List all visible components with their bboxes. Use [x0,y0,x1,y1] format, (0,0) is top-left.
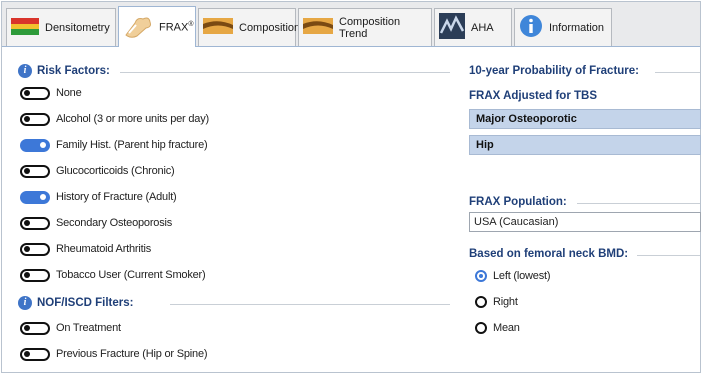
info-icon: i [18,296,32,310]
hip-row: Hip [469,135,701,155]
info-icon [519,14,543,41]
radio-button[interactable] [475,322,487,334]
tab-label: AHA [471,21,494,34]
nof-iscd-filters-heading: i NOF/ISCD Filters: [18,296,133,310]
toggle-switch[interactable] [20,242,50,256]
toggle-on-treatment[interactable]: On Treatment [20,320,121,336]
toggle-switch[interactable] [20,190,50,204]
risk-factors-heading: i Risk Factors: [18,64,110,78]
frax-tbs-subheading: FRAX Adjusted for TBS [469,90,597,102]
frax-bone-icon [123,13,153,42]
toggle-switch[interactable] [20,216,50,230]
toggle-glucocorticoids[interactable]: Glucocorticoids (Chronic) [20,163,175,179]
section-divider [170,304,450,305]
tab-label: Information [549,21,605,34]
tab-aha[interactable]: AHA [434,8,512,46]
frax-population-heading: FRAX Population: [469,196,567,208]
toggle-switch[interactable] [20,138,50,152]
toggle-family-history[interactable]: Family Hist. (Parent hip fracture) [20,137,208,153]
frax-population-select[interactable]: USA (Caucasian) [469,212,701,232]
toggle-switch[interactable] [20,347,50,361]
tab-information[interactable]: Information [514,8,612,46]
info-icon: i [18,64,32,78]
radio-button[interactable] [475,296,487,308]
tab-label: Composition [239,21,301,34]
section-divider [655,72,700,73]
radio-button[interactable] [475,270,487,282]
radio-right[interactable]: Right [475,294,518,310]
composition-icon [203,16,233,39]
toggle-switch[interactable] [20,321,50,335]
frax-panel [1,1,701,373]
femoral-neck-heading: Based on femoral neck BMD: [469,248,629,260]
section-divider [120,72,450,73]
toggle-switch[interactable] [20,268,50,282]
toggle-history-of-fracture[interactable]: History of Fracture (Adult) [20,189,177,205]
toggle-switch[interactable] [20,86,50,100]
densitometry-flag-icon [11,16,39,39]
toggle-secondary-osteoporosis[interactable]: Secondary Osteoporosis [20,215,172,231]
radio-left[interactable]: Left (lowest) [475,268,551,284]
tab-composition[interactable]: Composition [198,8,300,46]
section-divider [637,255,700,256]
tab-composition-trend[interactable]: Composition Trend [298,8,432,46]
tab-densitometry[interactable]: Densitometry [6,8,116,46]
tab-label: FRAX® [159,20,194,34]
tab-label: Densitometry [45,21,110,34]
toggle-none[interactable]: None [20,85,82,101]
section-divider [577,203,700,204]
toggle-tobacco-user[interactable]: Tobacco User (Current Smoker) [20,267,206,283]
toggle-previous-fracture[interactable]: Previous Fracture (Hip or Spine) [20,346,208,362]
probability-heading: 10-year Probability of Fracture: [469,65,639,77]
tab-label: Composition Trend [339,15,401,40]
toggle-rheumatoid-arthritis[interactable]: Rheumatoid Arthritis [20,241,151,257]
toggle-switch[interactable] [20,164,50,178]
aha-chart-icon [439,13,465,42]
composition-trend-icon [303,16,333,39]
tab-frax[interactable]: FRAX® [118,6,196,47]
tab-bar: Densitometry FRAX® Composition Compositi… [2,2,700,47]
radio-mean[interactable]: Mean [475,320,520,336]
major-osteoporotic-row: Major Osteoporotic [469,109,701,129]
toggle-switch[interactable] [20,112,50,126]
toggle-alcohol[interactable]: Alcohol (3 or more units per day) [20,111,209,127]
